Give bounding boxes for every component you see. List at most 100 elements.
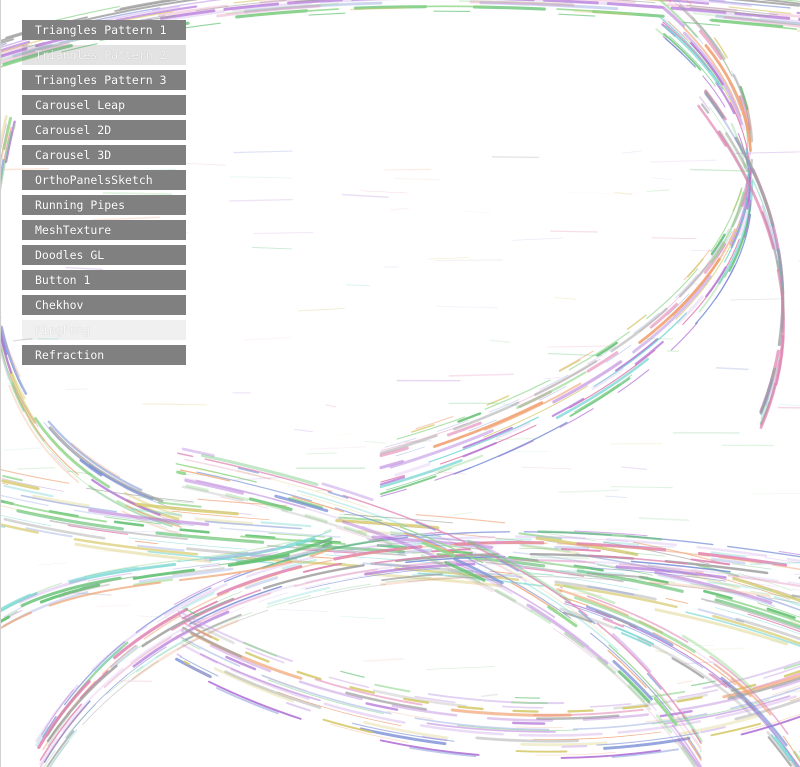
faint-streak [794,573,800,576]
faint-streak [309,446,367,450]
faint-streak [750,492,800,495]
faint-streak [345,284,370,287]
faint-streak [481,693,498,698]
faint-streak [65,388,88,390]
faint-streak [3,447,44,451]
faint-streak [611,486,673,489]
faint-streak [244,336,291,341]
faint-streak [558,489,620,493]
faint-streak [384,168,431,171]
faint-streak [621,466,647,471]
faint-streak [692,282,711,287]
ribbon-stroke [379,0,749,460]
faint-streak [340,615,385,620]
faint-streak [17,467,56,470]
ribbon-stroke [179,619,800,713]
ribbon-stroke [177,610,800,705]
faint-streak [729,298,785,301]
menu-item-doodles-gl[interactable]: Doodles GL [22,245,186,265]
faint-streak [777,406,800,409]
faint-streak [550,230,598,233]
faint-streak [251,246,292,250]
faint-streak [341,193,389,199]
ribbon-stroke [180,629,800,722]
faint-streak [230,176,293,179]
menu-item-carousel-leap[interactable]: Carousel Leap [22,95,186,115]
ribbon-stroke [379,8,750,472]
faint-streak [427,257,469,260]
faint-streak [325,404,336,408]
ribbon-stroke [379,0,753,458]
sketch-menu: Triangles Pattern 1 Triangles Pattern 2 … [22,20,186,370]
faint-streak [530,556,589,560]
ribbon-stroke [380,38,753,500]
faint-streak [605,495,628,498]
faint-streak [363,657,405,663]
menu-item-triangles-pattern-3[interactable]: Triangles Pattern 3 [22,70,186,90]
faint-streak [390,207,410,211]
menu-item-chekhov[interactable]: Chekhov [22,295,186,315]
faint-streak [491,156,540,159]
faint-streak [435,259,504,262]
faint-streak [489,339,511,343]
menu-item-triangles-pattern-1[interactable]: Triangles Pattern 1 [22,20,186,40]
faint-streak [543,376,561,380]
faint-streak [666,350,679,353]
faint-streak [547,352,603,357]
ribbon-stroke [183,612,800,704]
faint-streak [495,438,539,441]
ribbon-stroke [380,16,750,478]
faint-streak [521,466,572,470]
faint-streak [461,210,492,214]
ribbon-stroke [380,0,752,440]
faint-streak [394,177,440,181]
ribbon-stroke [379,25,754,489]
faint-streak [306,452,337,455]
menu-item-running-pipes[interactable]: Running Pipes [22,195,186,215]
menu-item-pingpong[interactable]: PingPong [22,320,186,340]
faint-streak [364,440,387,444]
menu-item-carousel-2d[interactable]: Carousel 2D [22,120,186,140]
menu-item-mesh-texture[interactable]: MeshTexture [22,220,186,240]
menu-item-carousel-3d[interactable]: Carousel 3D [22,145,186,165]
menu-item-triangles-pattern-2[interactable]: Triangles Pattern 2 [22,45,186,65]
menu-item-refraction[interactable]: Refraction [22,345,186,365]
ribbon-stroke [379,0,754,455]
faint-streak [779,403,800,407]
faint-streak [142,403,207,406]
faint-streak [426,666,495,670]
faint-streak [638,517,690,522]
ribbon-stroke [181,643,800,737]
faint-streak [715,366,749,371]
faint-streak [38,562,67,566]
ribbon-stroke [379,13,751,476]
faint-streak [360,190,408,194]
faint-streak [652,177,672,180]
faint-streak [233,150,293,154]
faint-streak [294,428,313,433]
faint-streak [436,305,498,309]
faint-streak [229,198,293,202]
faint-streak [554,297,576,300]
faint-streak [651,237,697,240]
faint-streak [511,237,564,241]
ribbon-stroke [176,470,703,764]
menu-item-button-1[interactable]: Button 1 [22,270,186,290]
faint-streak [547,345,610,348]
faint-streak [452,511,473,516]
faint-streak [276,609,329,612]
faint-streak [677,680,693,685]
ribbon-stroke [380,11,748,473]
ribbon-stroke [379,18,753,482]
faint-streak [97,604,131,607]
faint-streak [650,159,717,163]
ribbon-stroke [180,472,703,766]
sketch-canvas[interactable]: Triangles Pattern 1 Triangles Pattern 2 … [0,0,800,767]
faint-streak [253,232,314,234]
faint-streak [621,150,642,154]
faint-streak [646,189,670,192]
faint-streak [448,373,514,377]
menu-item-ortho-panels-sketch[interactable]: OrthoPanelsSketch [22,170,186,190]
faint-streak [298,308,345,312]
ribbon-stroke [379,23,752,486]
